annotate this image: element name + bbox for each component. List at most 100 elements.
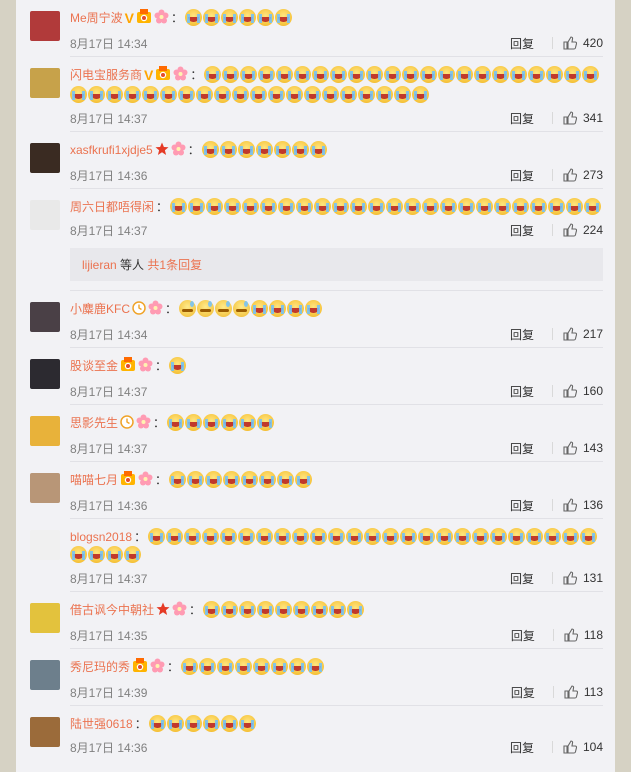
- like-button[interactable]: 420: [563, 36, 603, 50]
- crying-emoji: [330, 66, 348, 83]
- reply-button[interactable]: 回复: [510, 222, 534, 239]
- timestamp: 8月17日 14:37: [70, 111, 148, 126]
- username-link[interactable]: Me周宁波: [70, 11, 123, 25]
- like-button[interactable]: 113: [564, 685, 603, 699]
- reply-button[interactable]: 回复: [510, 440, 534, 457]
- medal-icon[interactable]: [120, 471, 136, 491]
- like-button[interactable]: 160: [563, 384, 603, 398]
- like-button[interactable]: 131: [563, 571, 603, 585]
- flower-icon[interactable]: [171, 141, 186, 161]
- colon-separator: ：: [155, 473, 168, 487]
- flower-icon[interactable]: [172, 601, 187, 621]
- clock-badge-icon[interactable]: [132, 301, 146, 320]
- divider: [551, 169, 553, 181]
- crying-emoji: [202, 528, 220, 545]
- medal-icon[interactable]: [132, 658, 148, 678]
- crying-emoji: [170, 198, 188, 215]
- reply-button[interactable]: 回复: [510, 497, 534, 514]
- flower-icon[interactable]: [136, 414, 151, 434]
- username-link[interactable]: 股谈至金: [70, 359, 118, 373]
- reply-button[interactable]: 回复: [510, 326, 534, 343]
- crying-emoji: [235, 658, 253, 675]
- avatar[interactable]: [30, 359, 60, 389]
- avatar[interactable]: [30, 143, 60, 173]
- avatar[interactable]: [30, 302, 60, 332]
- flower-icon[interactable]: [138, 357, 153, 377]
- crying-emoji: [286, 86, 303, 103]
- crying-emoji: [217, 658, 235, 675]
- flower-icon[interactable]: [148, 300, 163, 320]
- username-link[interactable]: 思影先生: [70, 416, 118, 430]
- username-link[interactable]: xasfkrufi1xjdje5: [70, 143, 153, 157]
- like-button[interactable]: 118: [564, 628, 603, 642]
- avatar[interactable]: [30, 530, 60, 560]
- username-link[interactable]: 借古讽今中朝社: [70, 603, 154, 617]
- avatar[interactable]: [30, 68, 60, 98]
- avatar[interactable]: [30, 473, 60, 503]
- crying-emoji: [232, 86, 249, 103]
- username-link[interactable]: blogsn2018: [70, 530, 132, 544]
- avatar[interactable]: [30, 603, 60, 633]
- flower-icon[interactable]: [154, 9, 169, 29]
- crying-emoji: [268, 86, 285, 103]
- crying-emoji: [310, 528, 328, 545]
- comment-body: 秀尼玛的秀 ： 8月17日 14:39 回复 113: [70, 658, 603, 706]
- crying-emoji: [184, 715, 202, 732]
- reply-button[interactable]: 回复: [510, 570, 534, 587]
- reply-button[interactable]: 回复: [510, 35, 534, 52]
- like-button[interactable]: 224: [563, 223, 603, 237]
- colon-separator: ：: [134, 530, 147, 544]
- like-button[interactable]: 341: [563, 111, 603, 125]
- reply-button[interactable]: 回复: [511, 627, 535, 644]
- comment-body: Me周宁波 V ： 8月17日 14:34 回复 420: [70, 9, 603, 57]
- avatar[interactable]: [30, 717, 60, 747]
- crying-emoji: [289, 658, 307, 675]
- colon-separator: ：: [153, 416, 166, 430]
- like-button[interactable]: 104: [563, 740, 603, 754]
- clock-badge-icon[interactable]: [120, 415, 134, 434]
- flower-icon[interactable]: [150, 658, 165, 678]
- red-star-icon[interactable]: [155, 142, 169, 161]
- flower-icon[interactable]: [138, 471, 153, 491]
- sub-reply-box[interactable]: lijieran 等人 共1条回复: [70, 248, 603, 281]
- sub-reply-count-link[interactable]: 共1条回复: [147, 258, 202, 272]
- username-link[interactable]: 闪电宝服务商: [70, 68, 142, 82]
- crying-emoji: [142, 86, 159, 103]
- like-button[interactable]: 273: [563, 168, 603, 182]
- avatar[interactable]: [30, 11, 60, 41]
- username-link[interactable]: 陆世强0618: [70, 717, 133, 731]
- like-count: 118: [583, 628, 603, 642]
- avatar[interactable]: [30, 660, 60, 690]
- crying-emoji: [238, 715, 256, 732]
- colon-separator: ：: [167, 660, 180, 674]
- like-button[interactable]: 136: [563, 498, 603, 512]
- like-button[interactable]: 217: [563, 327, 603, 341]
- crying-emoji: [440, 198, 458, 215]
- timestamp: 8月17日 14:37: [70, 223, 148, 238]
- reply-button[interactable]: 回复: [510, 383, 534, 400]
- username-link[interactable]: 喵喵七月: [70, 473, 118, 487]
- crying-emoji: [510, 66, 528, 83]
- username-link[interactable]: 小麋鹿KFC: [70, 302, 130, 316]
- avatar[interactable]: [30, 416, 60, 446]
- timestamp: 8月17日 14:39: [70, 685, 148, 700]
- flower-icon[interactable]: [173, 66, 188, 86]
- like-button[interactable]: 143: [563, 441, 603, 455]
- username-link[interactable]: 秀尼玛的秀: [70, 660, 130, 674]
- sweat-smile-emoji: [179, 300, 197, 317]
- medal-icon[interactable]: [155, 66, 171, 86]
- sub-reply-user[interactable]: lijieran: [82, 258, 117, 272]
- red-star-icon[interactable]: [156, 602, 170, 621]
- sub-reply-text: 等人: [120, 258, 145, 272]
- v-verified-icon[interactable]: V: [125, 10, 134, 26]
- thumb-up-icon: [563, 223, 578, 237]
- username-link[interactable]: 周六日都唔得闲: [70, 200, 154, 214]
- v-verified-icon[interactable]: V: [144, 67, 153, 83]
- medal-icon[interactable]: [120, 357, 136, 377]
- reply-button[interactable]: 回复: [510, 739, 534, 756]
- reply-button[interactable]: 回复: [511, 684, 535, 701]
- reply-button[interactable]: 回复: [510, 167, 534, 184]
- avatar[interactable]: [30, 200, 60, 230]
- medal-icon[interactable]: [136, 9, 152, 29]
- reply-button[interactable]: 回复: [510, 110, 534, 127]
